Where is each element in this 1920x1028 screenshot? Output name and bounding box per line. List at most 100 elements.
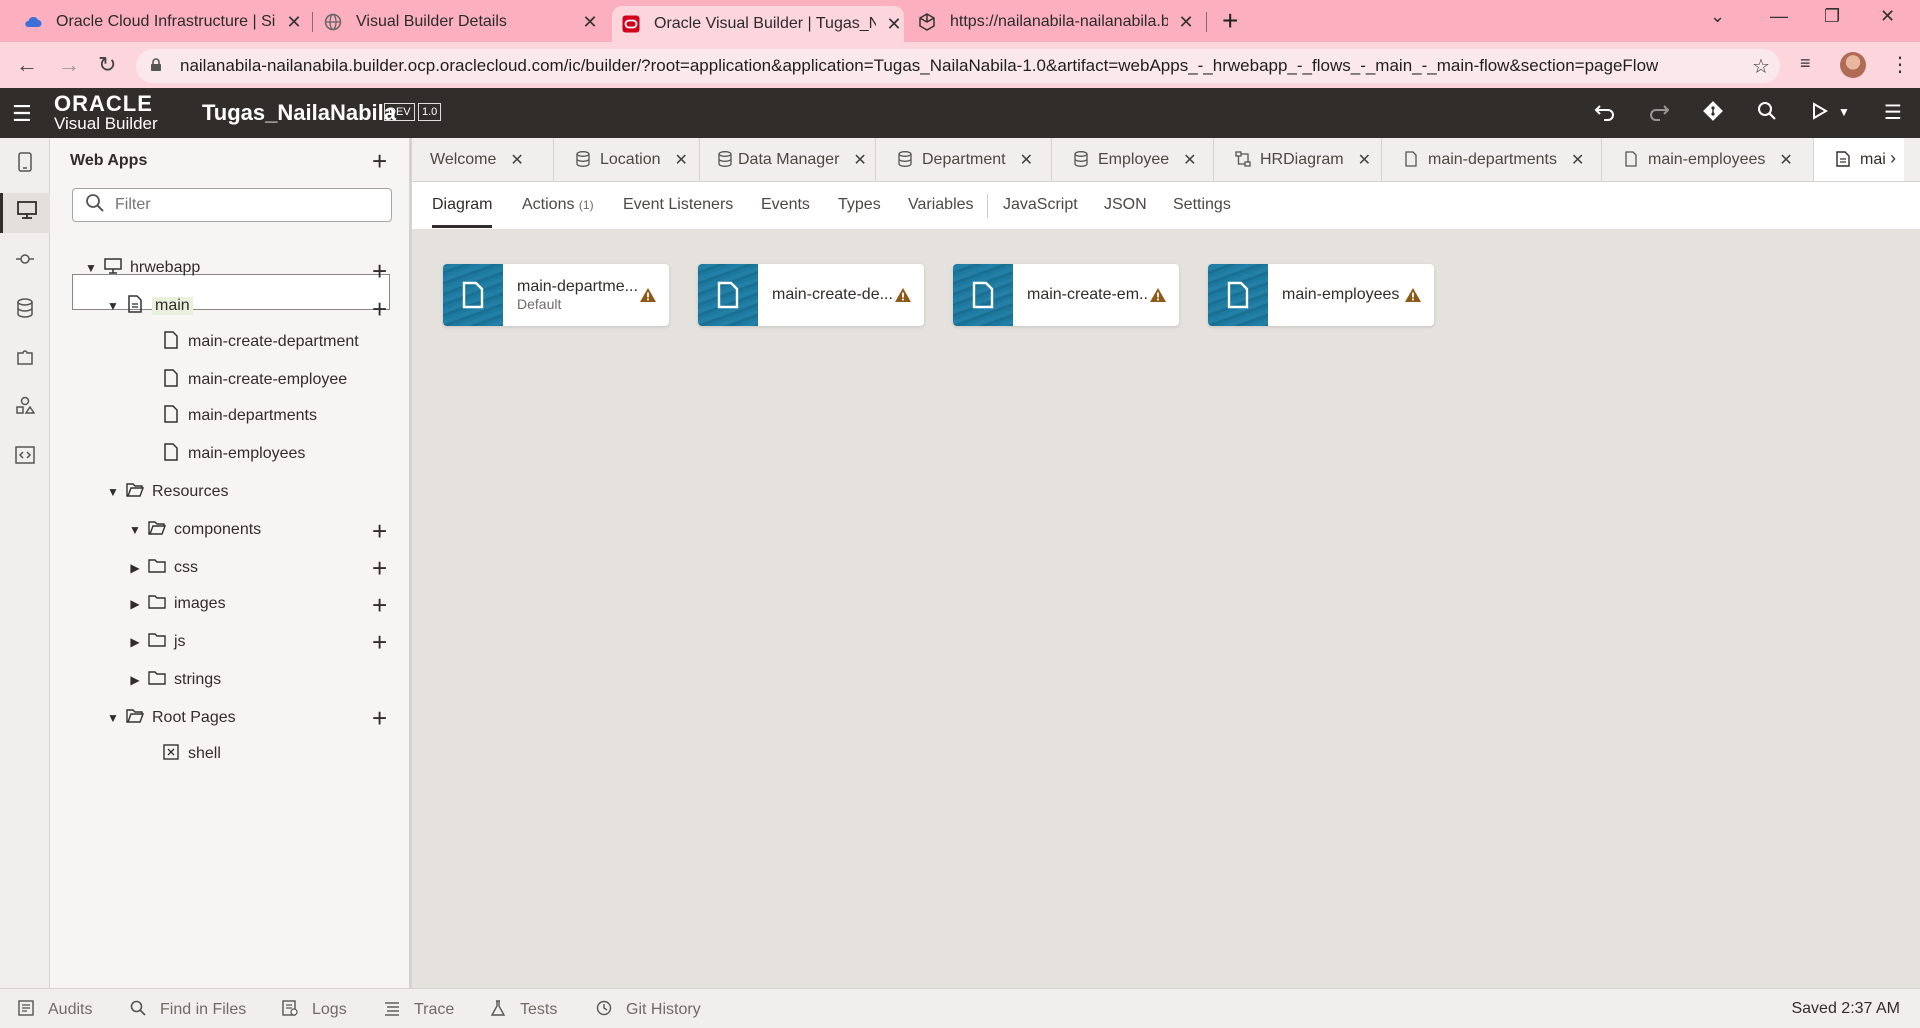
search-icon[interactable] — [1756, 100, 1778, 128]
add-css-button[interactable]: + — [372, 555, 387, 581]
overflow-menu-icon[interactable]: ☰ — [1884, 100, 1902, 125]
tab-javascript[interactable]: JavaScript — [1003, 196, 1078, 214]
page-node-card[interactable]: main-departme... Default — [443, 264, 669, 326]
reload-icon[interactable]: ↻ — [98, 52, 116, 78]
window-close-icon[interactable]: ✕ — [1880, 6, 1895, 27]
editor-tab-main-departments[interactable]: main-departments ✕ — [1382, 138, 1602, 181]
expand-icon[interactable]: ▶ — [124, 635, 146, 649]
audits-button[interactable]: Audits — [18, 1000, 92, 1020]
add-flow-button[interactable]: + — [372, 258, 387, 284]
close-icon[interactable]: ✕ — [1571, 150, 1584, 170]
close-icon[interactable]: ✕ — [884, 14, 904, 35]
tree-node-strings[interactable]: ▶ strings — [124, 666, 221, 694]
browser-tab-vb-details[interactable]: Visual Builder Details ✕ — [324, 4, 600, 40]
page-node-card[interactable]: main-create-em... — [953, 264, 1179, 326]
tree-node-resources[interactable]: ▼ Resources — [102, 478, 228, 506]
tree-node-page[interactable]: main-create-employee — [160, 366, 347, 394]
web-apps-icon[interactable] — [0, 193, 50, 233]
add-js-button[interactable]: + — [372, 629, 387, 655]
editor-tab-data-manager[interactable]: Data Manager ✕ — [700, 138, 876, 181]
close-icon[interactable]: ✕ — [1358, 150, 1371, 170]
restore-icon[interactable]: ❐ — [1824, 6, 1840, 27]
git-history-button[interactable]: Git History — [596, 1000, 701, 1020]
processes-icon[interactable] — [14, 396, 36, 419]
diagram-canvas[interactable]: main-departme... Default main-create-de.… — [412, 230, 1920, 988]
mobile-apps-icon[interactable] — [14, 152, 36, 177]
profile-avatar[interactable] — [1840, 52, 1866, 78]
menu-icon[interactable]: ☰ — [12, 101, 32, 127]
find-in-files-button[interactable]: Find in Files — [130, 1000, 246, 1020]
trace-button[interactable]: Trace — [384, 1000, 454, 1020]
warning-icon[interactable] — [639, 287, 659, 303]
page-node-card[interactable]: main-employees — [1208, 264, 1434, 326]
reading-list-icon[interactable]: ≡ — [1800, 53, 1811, 74]
tree-node-page[interactable]: main-employees — [160, 440, 305, 468]
warning-icon[interactable] — [1149, 287, 1169, 303]
filter-field[interactable] — [72, 188, 392, 222]
collapse-icon[interactable]: ▼ — [102, 711, 124, 725]
close-icon[interactable]: ✕ — [1020, 150, 1033, 170]
minimize-icon[interactable]: — — [1770, 6, 1788, 27]
expand-icon[interactable]: ▶ — [124, 597, 146, 611]
forward-icon[interactable]: → — [58, 52, 80, 78]
add-root-page-button[interactable]: + — [372, 705, 387, 731]
collapse-icon[interactable]: ▼ — [102, 299, 124, 313]
filter-input[interactable] — [115, 196, 375, 214]
editor-tab-location[interactable]: Location ✕ — [554, 138, 700, 181]
tree-node-images[interactable]: ▶ images — [124, 590, 225, 618]
close-icon[interactable]: ✕ — [853, 150, 866, 170]
close-icon[interactable]: ✕ — [1176, 12, 1196, 33]
tab-search-icon[interactable]: ⌄ — [1710, 6, 1725, 27]
tab-settings[interactable]: Settings — [1173, 196, 1231, 214]
components-icon[interactable] — [14, 348, 36, 371]
close-icon[interactable]: ✕ — [675, 150, 688, 170]
tree-node-js[interactable]: ▶ js — [124, 628, 185, 656]
tab-events[interactable]: Events — [761, 196, 810, 214]
business-objects-icon[interactable] — [14, 298, 36, 323]
tab-diagram[interactable]: Diagram — [432, 196, 493, 228]
expand-icon[interactable]: ▶ — [124, 673, 146, 687]
new-tab-button[interactable]: + — [1222, 7, 1238, 35]
collapse-icon[interactable]: ▼ — [80, 261, 102, 275]
editor-tab-main-employees[interactable]: main-employees ✕ — [1602, 138, 1814, 181]
close-icon[interactable]: ✕ — [510, 150, 523, 170]
git-icon[interactable] — [1702, 100, 1724, 128]
tree-node-main[interactable]: ▼ main — [102, 292, 193, 320]
tree-node-css[interactable]: ▶ css — [124, 554, 198, 582]
browser-tab-preview[interactable]: https://nailanabila-nailanabila.bu ✕ — [918, 4, 1196, 40]
tab-variables[interactable]: Variables — [908, 196, 974, 214]
add-page-button[interactable]: + — [372, 296, 387, 322]
tab-types[interactable]: Types — [838, 196, 881, 214]
tab-event-listeners[interactable]: Event Listeners — [623, 196, 733, 214]
bookmark-star-icon[interactable]: ☆ — [1752, 54, 1770, 79]
editor-tab-employee[interactable]: Employee ✕ — [1052, 138, 1214, 181]
tab-json[interactable]: JSON — [1104, 196, 1147, 214]
tree-node-root-pages[interactable]: ▼ Root Pages — [102, 704, 236, 732]
run-icon[interactable] — [1808, 100, 1830, 128]
browser-tab-oci[interactable]: Oracle Cloud Infrastructure | Sign ✕ — [24, 4, 304, 40]
tree-node-shell[interactable]: shell — [160, 740, 221, 768]
tests-button[interactable]: Tests — [490, 1000, 557, 1020]
add-image-button[interactable]: + — [372, 592, 387, 618]
chevron-right-icon[interactable]: › — [1890, 148, 1896, 169]
url-field[interactable]: nailanabila-nailanabila.builder.ocp.orac… — [136, 49, 1780, 83]
tree-node-components[interactable]: ▼ components — [124, 516, 261, 544]
editor-tab-welcome[interactable]: Welcome ✕ — [412, 138, 554, 181]
services-icon[interactable] — [14, 250, 36, 271]
browser-menu-icon[interactable]: ⋮ — [1890, 52, 1910, 77]
warning-icon[interactable] — [1404, 287, 1424, 303]
close-icon[interactable]: ✕ — [1779, 150, 1792, 170]
run-dropdown-icon[interactable]: ▼ — [1838, 105, 1850, 119]
close-icon[interactable]: ✕ — [284, 12, 304, 33]
application-name[interactable]: Tugas_NailaNabila — [202, 100, 396, 126]
redo-icon[interactable] — [1648, 100, 1670, 128]
tree-node-page[interactable]: main-departments — [160, 402, 317, 430]
warning-icon[interactable] — [894, 287, 914, 303]
tree-node-page[interactable]: main-create-department — [160, 328, 359, 356]
editor-tab-department[interactable]: Department ✕ — [876, 138, 1052, 181]
collapse-icon[interactable]: ▼ — [124, 523, 146, 537]
browser-tab-vb-app[interactable]: Oracle Visual Builder | Tugas_Nai ✕ — [612, 6, 904, 42]
editor-tab-hrdiagram[interactable]: HRDiagram ✕ — [1214, 138, 1382, 181]
close-icon[interactable]: ✕ — [580, 12, 600, 33]
expand-icon[interactable]: ▶ — [124, 561, 146, 575]
